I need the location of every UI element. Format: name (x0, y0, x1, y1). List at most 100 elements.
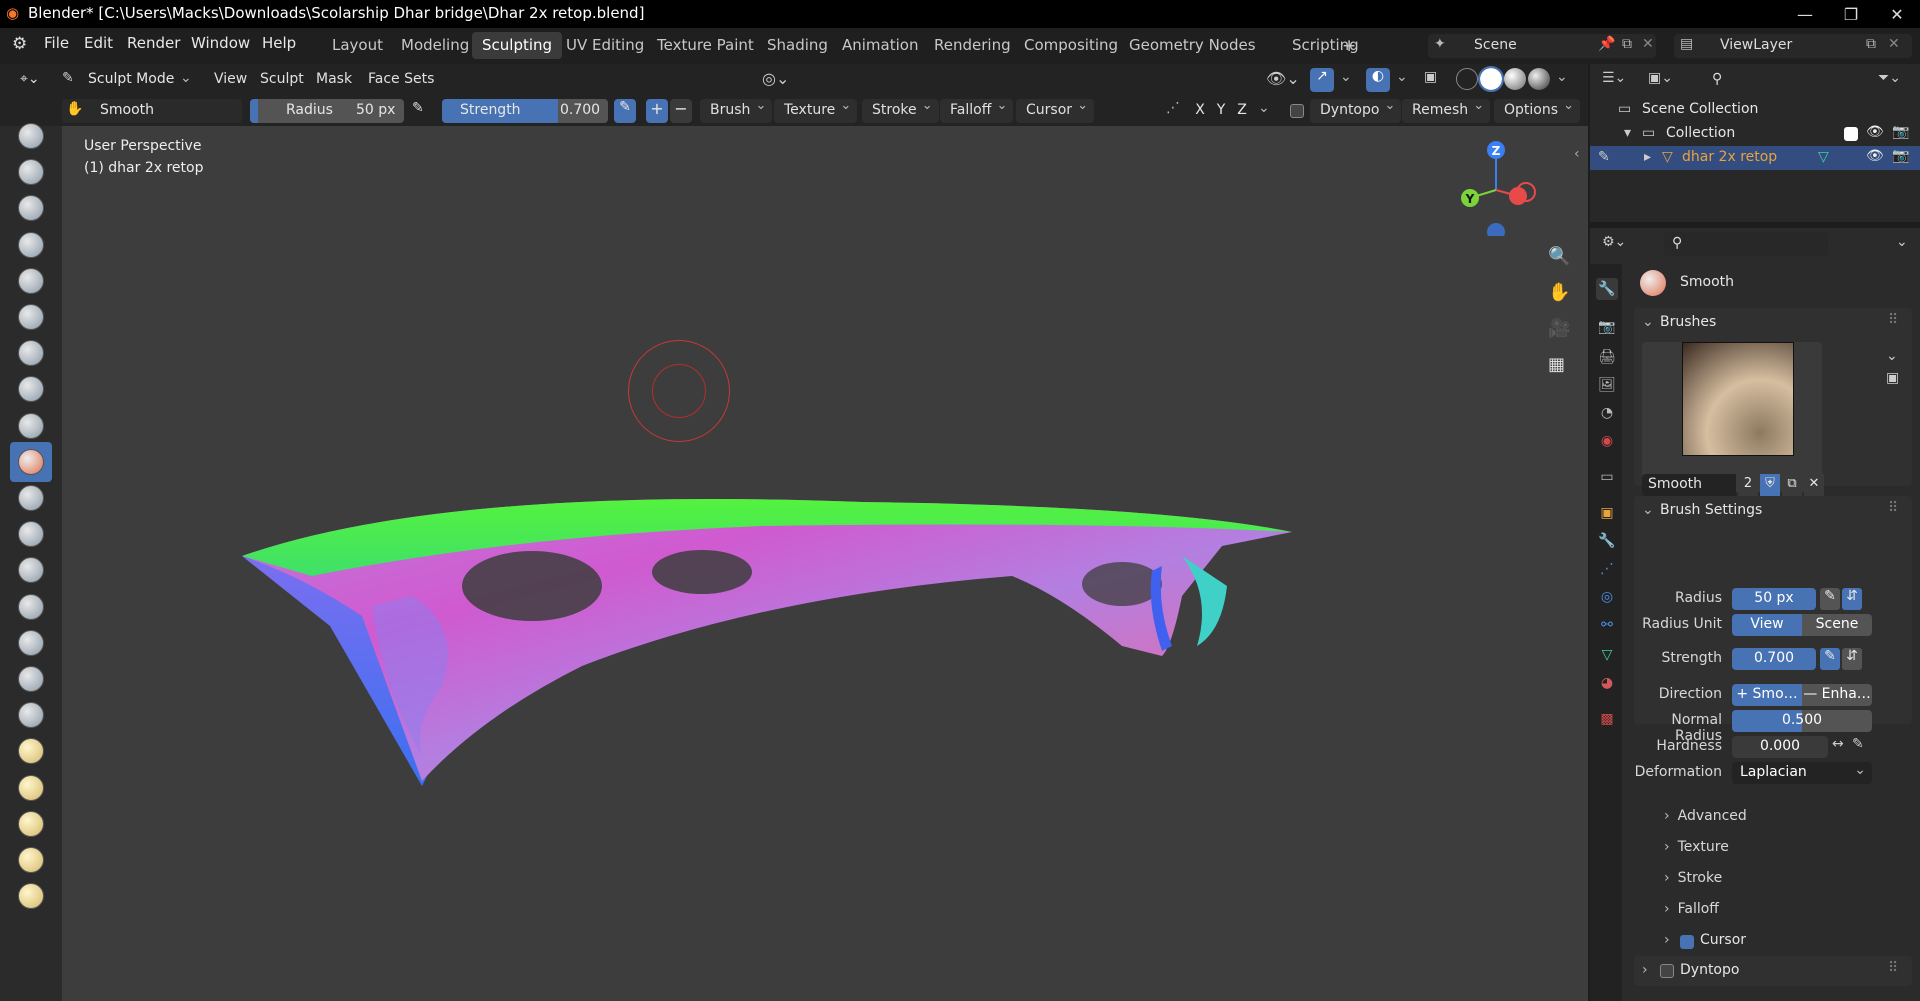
tool-flatten-button[interactable] (10, 478, 52, 518)
strength-field[interactable]: Strength 0.700 (442, 99, 608, 123)
remesh-dropdown[interactable]: Remesh (1402, 98, 1491, 123)
solid-shading-icon[interactable] (1478, 66, 1504, 92)
tool-clay-button[interactable] (10, 188, 52, 228)
remove-view-layer-icon[interactable]: ✕ (1888, 36, 1900, 52)
radius-unit-view-button[interactable]: View (1732, 614, 1802, 636)
expand-arrow-icon[interactable]: › (1664, 932, 1670, 948)
pan-hand-icon[interactable]: ✋ (1548, 282, 1570, 303)
stroke-dropdown[interactable]: Stroke (862, 98, 939, 123)
material-shading-icon[interactable] (1504, 68, 1526, 90)
texture-subpanel[interactable]: Texture (1664, 839, 1729, 855)
zoom-icon[interactable]: 🔍 (1548, 246, 1570, 267)
cursor-dropdown[interactable]: Cursor (1016, 98, 1095, 123)
tool-pose-button[interactable] (10, 804, 52, 844)
chevron-down-icon[interactable]: ⌄ (1396, 69, 1408, 85)
overlays-icon[interactable]: ◐ (1366, 68, 1390, 92)
symmetry-x-toggle[interactable]: X (1190, 99, 1210, 123)
object-tab-icon[interactable]: ▣ (1596, 502, 1618, 524)
radius-pressure-icon[interactable]: ✎ (412, 100, 424, 116)
brush-preview-area[interactable] (1642, 342, 1822, 492)
tool-layer-button[interactable] (10, 297, 52, 337)
sculpt-mesh[interactable] (62, 126, 1588, 1001)
menu-mask[interactable]: Mask (308, 68, 360, 92)
tab-texture-paint[interactable]: Texture Paint (647, 32, 764, 59)
particles-tab-icon[interactable]: ⋰ (1596, 558, 1618, 580)
chevron-down-icon[interactable]: ⌄ (1258, 100, 1270, 116)
radius-field[interactable]: 50 px (1732, 588, 1816, 610)
editor-type-icon[interactable]: ⌖⌄ (12, 68, 48, 92)
chevron-down-icon[interactable]: ⌄ (1886, 348, 1898, 364)
hardness-field[interactable]: 0.000 (1732, 736, 1828, 758)
xray-icon[interactable]: ▣ (1424, 69, 1437, 85)
falloff-dropdown[interactable]: Falloff (940, 98, 1014, 123)
menu-sculpt[interactable]: Sculpt (252, 68, 312, 92)
brush-name-field[interactable]: Smooth (1642, 474, 1736, 496)
tab-compositing[interactable]: Compositing (1014, 32, 1128, 59)
menu-view[interactable]: View (206, 68, 255, 92)
sidebar-toggle-icon[interactable]: ‹ (1574, 146, 1580, 162)
mode-selector[interactable]: ✎ Sculpt Mode ⌄ (60, 68, 194, 92)
chevron-down-icon[interactable]: ⌄ (1556, 69, 1568, 85)
tool-rotate-button[interactable] (10, 876, 52, 916)
physics-tab-icon[interactable]: ◎ (1596, 586, 1618, 608)
brush-dropdown[interactable]: Brush (700, 98, 773, 123)
radius-unit-scene-button[interactable]: Scene (1802, 614, 1872, 636)
normal-radius-field[interactable]: 0.500 (1732, 710, 1872, 732)
grid-perspective-icon[interactable]: ▦ (1548, 354, 1565, 375)
scene-collection-row[interactable]: ▭ Scene Collection (1590, 98, 1920, 122)
direction-smooth-button[interactable]: + Smo… (1732, 684, 1802, 706)
cursor-checkbox[interactable] (1680, 935, 1694, 949)
render-camera-icon[interactable]: 📷 (1892, 124, 1909, 140)
mesh-data-tab-icon[interactable]: ▽ (1596, 644, 1618, 666)
properties-editor-icon[interactable]: ⚙⌄ (1602, 234, 1626, 250)
view-layer-tab-icon[interactable]: 🖼 (1596, 374, 1618, 396)
options-dropdown[interactable]: Options (1494, 98, 1581, 123)
tool-elastic-deform-button[interactable] (10, 695, 52, 735)
tab-sculpting[interactable]: Sculpting (472, 32, 563, 59)
maximize-button[interactable]: ❐ (1828, 0, 1874, 28)
tab-modeling[interactable]: Modeling (391, 32, 479, 59)
tool-nudge-button[interactable] (10, 840, 52, 880)
drag-handle-icon[interactable]: ⠿ (1888, 960, 1898, 976)
brush-image-icon[interactable]: ▣ (1886, 370, 1899, 386)
navigation-gizmo[interactable]: Z Y (1452, 136, 1542, 236)
dyntopo-panel[interactable]: › Dyntopo ⠿ (1634, 956, 1912, 986)
tool-scrape-button[interactable] (10, 550, 52, 590)
menu-file[interactable]: File (44, 34, 69, 52)
chevron-down-icon[interactable]: ⌄ (1896, 234, 1908, 250)
properties-search-input[interactable]: ⚲ (1664, 232, 1828, 256)
tool-fill-button[interactable] (10, 514, 52, 554)
tab-animation[interactable]: Animation (832, 32, 928, 59)
tool-pinch-button[interactable] (10, 623, 52, 663)
tab-rendering[interactable]: Rendering (924, 32, 1021, 59)
duplicate-brush-icon[interactable]: ⧉ (1782, 474, 1802, 496)
collection-row[interactable]: ▾ ▭ Collection 👁 📷 (1590, 122, 1920, 146)
gizmo-toggle-icon[interactable]: ↗ (1310, 68, 1334, 92)
strength-pressure-icon[interactable]: ✎ (614, 99, 636, 123)
minimize-button[interactable]: — (1782, 0, 1828, 28)
expand-arrow-icon[interactable]: ▾ (1624, 125, 1631, 141)
scene-selector[interactable]: ✦ Scene 📌 ⧉ ✕ (1428, 34, 1656, 58)
render-camera-icon[interactable]: 📷 (1892, 148, 1909, 164)
pin-icon[interactable]: 📌 (1598, 36, 1615, 52)
eye-icon[interactable]: 👁 (1866, 124, 1884, 140)
output-tab-icon[interactable]: 🖨 (1596, 346, 1618, 368)
advanced-subpanel[interactable]: Advanced (1664, 808, 1747, 824)
tool-blob-button[interactable] (10, 369, 52, 409)
direction-subtract-button[interactable]: − (670, 99, 692, 123)
fake-user-shield-icon[interactable]: ⛨ (1760, 474, 1780, 496)
symmetry-y-toggle[interactable]: Y (1211, 99, 1231, 123)
expand-arrow-icon[interactable]: ▸ (1644, 149, 1651, 165)
outliner-search-input[interactable]: ⚲ (1704, 68, 1846, 92)
dyntopo-checkbox[interactable] (1290, 104, 1304, 118)
menu-edit[interactable]: Edit (84, 34, 113, 52)
visibility-icon[interactable]: 👁⌄ (1266, 69, 1300, 88)
radius-field[interactable]: Radius 50 px (250, 99, 404, 123)
menu-face-sets[interactable]: Face Sets (360, 68, 442, 92)
new-scene-icon[interactable]: ⧉ (1622, 36, 1632, 52)
scene-tab-icon[interactable]: ◔ (1596, 402, 1618, 424)
direction-add-button[interactable]: + (646, 99, 668, 123)
brush-selector[interactable]: ✋ Smooth (62, 99, 242, 123)
tool-draw-sharp-button[interactable] (10, 152, 52, 192)
tool-grab-button[interactable] (10, 659, 52, 699)
